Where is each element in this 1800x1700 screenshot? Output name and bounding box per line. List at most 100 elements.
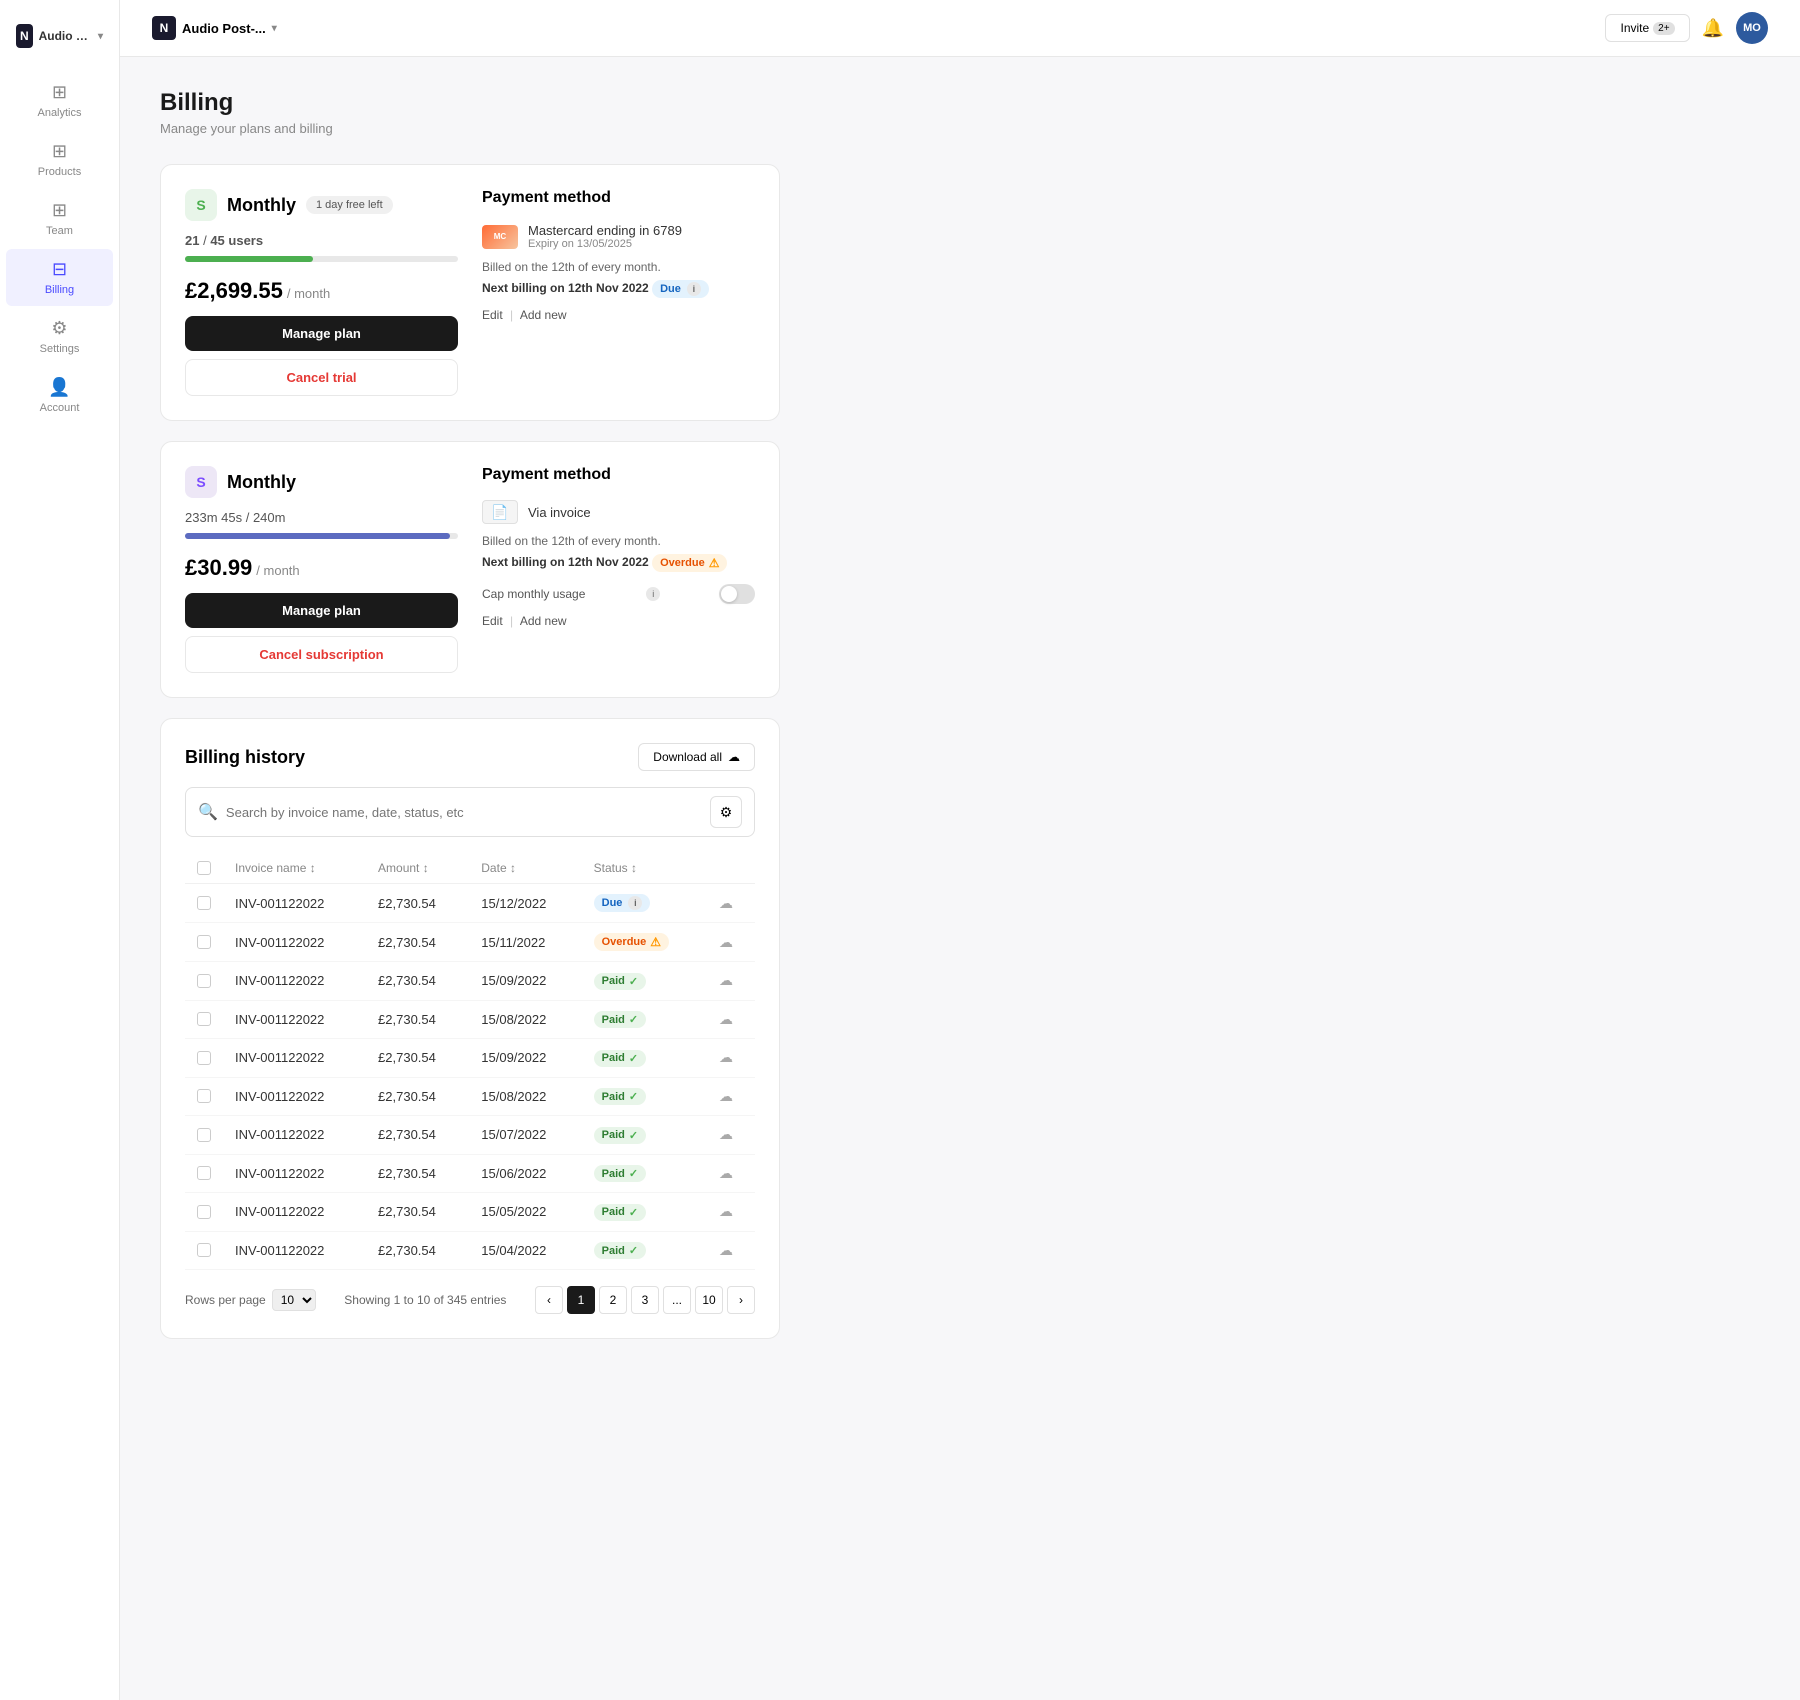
download-all-button[interactable]: Download all ☁: [638, 743, 755, 771]
row-checkbox-cell: [185, 1077, 223, 1116]
billing-text-monthly: Billed on the 12th of every month.: [482, 534, 755, 548]
download-invoice-icon[interactable]: ☁: [719, 1088, 733, 1104]
invoice-date: 15/09/2022: [469, 1039, 581, 1078]
payment-title-clarity: Payment method: [482, 189, 755, 207]
invoice-date: 15/06/2022: [469, 1154, 581, 1193]
invoice-icon: 📄: [482, 500, 518, 524]
cancel-trial-button[interactable]: Cancel trial: [185, 359, 458, 396]
invoice-download: ☁: [707, 1154, 755, 1193]
page-1-button[interactable]: 1: [567, 1286, 595, 1314]
edit-link-monthly[interactable]: Edit: [482, 614, 503, 628]
cancel-subscription-button[interactable]: Cancel subscription: [185, 636, 458, 673]
invoice-status: Paid ✓: [582, 1154, 707, 1193]
sidebar-item-account[interactable]: 👤 Account: [6, 367, 113, 424]
cap-usage-label: Cap monthly usage: [482, 587, 585, 601]
invoice-download: ☁: [707, 1116, 755, 1155]
edit-link-clarity[interactable]: Edit: [482, 308, 503, 322]
invoice-id: INV-001122022: [223, 1231, 366, 1270]
search-bar[interactable]: 🔍 ⚙: [185, 787, 755, 837]
download-invoice-icon[interactable]: ☁: [719, 972, 733, 988]
workspace-selector[interactable]: N Audio Post-... ▾: [152, 16, 277, 40]
row-checkbox[interactable]: [197, 1089, 211, 1103]
invoice-download: ☁: [707, 1000, 755, 1039]
download-invoice-icon[interactable]: ☁: [719, 1242, 733, 1258]
price-row-clarity: £2,699.55 / month: [185, 278, 458, 304]
workspace-name: Audio Post-...: [39, 29, 92, 43]
cap-usage-row: Cap monthly usage i: [482, 584, 755, 604]
card-label: Mastercard ending in 6789: [528, 223, 682, 238]
table-row: INV-001122022 £2,730.54 15/09/2022 Paid …: [185, 1039, 755, 1078]
due-info-icon[interactable]: i: [687, 282, 701, 296]
row-checkbox[interactable]: [197, 1243, 211, 1257]
payment-section-clarity: Payment method MC Mastercard ending in 6…: [482, 189, 755, 396]
invoice-download: ☁: [707, 884, 755, 923]
history-title: Billing history: [185, 747, 305, 768]
download-invoice-icon[interactable]: ☁: [719, 1011, 733, 1027]
invoice-id: INV-001122022: [223, 1154, 366, 1193]
invoice-date: 15/11/2022: [469, 923, 581, 962]
rows-select[interactable]: 10 20 50: [272, 1289, 316, 1311]
select-all-checkbox[interactable]: [197, 861, 211, 875]
row-checkbox[interactable]: [197, 896, 211, 910]
search-input[interactable]: [226, 805, 702, 820]
row-checkbox[interactable]: [197, 974, 211, 988]
add-new-link-monthly[interactable]: Add new: [520, 614, 567, 628]
invoice-status: Due i: [582, 884, 707, 923]
filter-button[interactable]: ⚙: [710, 796, 742, 828]
sidebar-item-products[interactable]: ⊞ Products: [6, 131, 113, 188]
download-invoice-icon[interactable]: ☁: [719, 1203, 733, 1219]
page-3-button[interactable]: 3: [631, 1286, 659, 1314]
invoice-amount: £2,730.54: [366, 962, 469, 1001]
download-invoice-icon[interactable]: ☁: [719, 895, 733, 911]
workspace-chevron[interactable]: ▾: [98, 31, 103, 42]
cap-info-icon[interactable]: i: [646, 587, 660, 601]
row-status-info-icon[interactable]: i: [628, 896, 642, 910]
manage-plan-clarity-button[interactable]: Manage plan: [185, 316, 458, 351]
billing-icon: ⊟: [52, 259, 67, 280]
sidebar-logo[interactable]: N Audio Post-... ▾: [0, 16, 119, 72]
row-checkbox[interactable]: [197, 1012, 211, 1026]
invoice-id: INV-001122022: [223, 1116, 366, 1155]
row-checkbox[interactable]: [197, 1166, 211, 1180]
notification-bell-icon[interactable]: 🔔: [1702, 18, 1724, 39]
analytics-icon: ⊞: [52, 82, 67, 103]
next-page-button[interactable]: ›: [727, 1286, 755, 1314]
download-invoice-icon[interactable]: ☁: [719, 1165, 733, 1181]
user-avatar[interactable]: MO: [1736, 12, 1768, 44]
team-icon: ⊞: [52, 200, 67, 221]
invoice-date: 15/08/2022: [469, 1000, 581, 1039]
download-invoice-icon[interactable]: ☁: [719, 934, 733, 950]
table-row: INV-001122022 £2,730.54 15/04/2022 Paid …: [185, 1231, 755, 1270]
table-row: INV-001122022 £2,730.54 15/07/2022 Paid …: [185, 1116, 755, 1155]
invoice-id: INV-001122022: [223, 1077, 366, 1116]
invoice-amount: £2,730.54: [366, 884, 469, 923]
download-invoice-icon[interactable]: ☁: [719, 1126, 733, 1142]
invite-button[interactable]: Invite 2+: [1605, 14, 1689, 42]
sidebar-item-billing[interactable]: ⊟ Billing: [6, 249, 113, 306]
plan-left-clarity: S Monthly 1 day free left 21 / 45 users …: [185, 189, 458, 396]
sidebar-label-team: Team: [46, 225, 73, 237]
invoice-status: Overdue ⚠: [582, 923, 707, 962]
page-10-button[interactable]: 10: [695, 1286, 723, 1314]
row-checkbox[interactable]: [197, 935, 211, 949]
add-new-link-clarity[interactable]: Add new: [520, 308, 567, 322]
plan-icon-clarity: S: [185, 189, 217, 221]
prev-page-button[interactable]: ‹: [535, 1286, 563, 1314]
price-row-monthly: £30.99 / month: [185, 555, 458, 581]
cap-usage-toggle[interactable]: [719, 584, 755, 604]
row-checkbox[interactable]: [197, 1205, 211, 1219]
download-invoice-icon[interactable]: ☁: [719, 1049, 733, 1065]
sidebar-item-analytics[interactable]: ⊞ Analytics: [6, 72, 113, 129]
manage-plan-monthly-button[interactable]: Manage plan: [185, 593, 458, 628]
row-checkbox[interactable]: [197, 1051, 211, 1065]
payment-method-row-clarity: MC Mastercard ending in 6789 Expiry on 1…: [482, 223, 755, 250]
row-checkbox[interactable]: [197, 1128, 211, 1142]
col-date: Date ↕: [469, 853, 581, 884]
sidebar-item-team[interactable]: ⊞ Team: [6, 190, 113, 247]
page-2-button[interactable]: 2: [599, 1286, 627, 1314]
header-logo: N: [152, 16, 176, 40]
invoice-status: Paid ✓: [582, 1039, 707, 1078]
sidebar-item-settings[interactable]: ⚙ Settings: [6, 308, 113, 365]
history-header: Billing history Download all ☁: [185, 743, 755, 771]
invoice-date: 15/07/2022: [469, 1116, 581, 1155]
